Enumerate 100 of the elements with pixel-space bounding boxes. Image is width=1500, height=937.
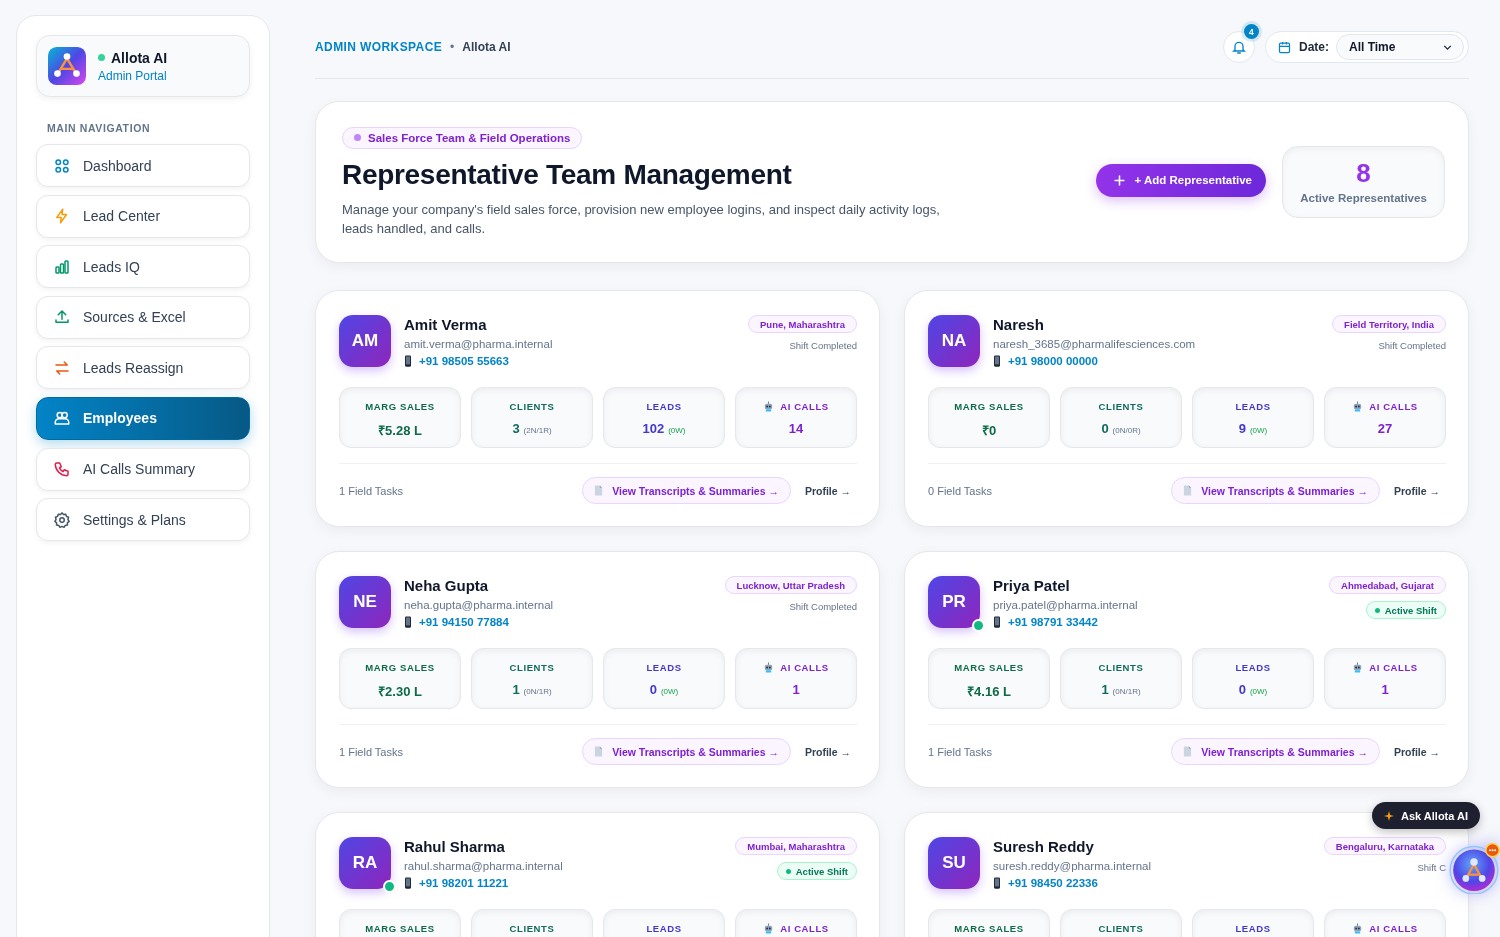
metric-value: ₹4.16 L: [967, 683, 1011, 700]
assistant-launcher[interactable]: [1448, 842, 1500, 894]
status-badge: Active Shift: [776, 862, 857, 880]
metric-value: 102: [642, 421, 665, 436]
metric-label: AI CALLS: [1369, 401, 1418, 412]
calendar-icon: [1277, 39, 1292, 55]
phone-link[interactable]: +91 98000 00000: [1008, 355, 1098, 367]
profile-link[interactable]: Profile →: [1393, 484, 1446, 497]
employee-name: Suresh Reddy: [993, 838, 1095, 855]
employee-email: rahul.sharma@pharma.internal: [404, 860, 564, 872]
employee-name: Priya Patel: [993, 577, 1071, 594]
employee-email: suresh.reddy@pharma.internal: [993, 860, 1153, 872]
robot-icon: [763, 923, 775, 934]
avatar: AM: [339, 315, 391, 367]
phone-link[interactable]: +91 98201 11221: [419, 877, 509, 889]
robot-icon: [1352, 401, 1364, 412]
metric-label: CLIENTS: [1098, 662, 1144, 673]
nav-item[interactable]: Settings & Plans: [36, 498, 250, 542]
view-transcripts-button[interactable]: View Transcripts & Summaries →: [582, 738, 791, 765]
mobile-phone-icon: [404, 616, 412, 628]
date-dropdown[interactable]: All Time: [1336, 34, 1464, 60]
metric-detail: (0W): [1249, 687, 1268, 696]
location-tag: Ahmedabad, Gujarat: [1329, 576, 1446, 594]
stat-label: Active Representatives: [1300, 192, 1427, 204]
metric-value: 1: [1381, 682, 1389, 697]
metric-label: LEADS: [1235, 401, 1271, 412]
document-icon: [594, 485, 604, 496]
profile-link[interactable]: Profile →: [804, 484, 857, 497]
nav-item[interactable]: Sources & Excel: [36, 295, 250, 339]
phone-link[interactable]: +91 98791 33442: [1008, 616, 1098, 628]
notification-button[interactable]: [1223, 31, 1255, 63]
avatar: NE: [339, 576, 391, 628]
metric-label: AI CALLS: [1369, 923, 1418, 934]
employee-name: Neha Gupta: [404, 577, 490, 594]
status-text: Shift Completed: [789, 340, 857, 351]
metric-label: CLIENTS: [509, 923, 555, 934]
view-transcripts-button[interactable]: View Transcripts & Summaries →: [1171, 477, 1380, 504]
metric-label: LEADS: [646, 923, 682, 934]
profile-link[interactable]: Profile →: [804, 745, 857, 758]
date-label: Date:: [1299, 40, 1329, 54]
metric-value: ₹0: [981, 422, 997, 439]
settings-icon: [53, 510, 71, 529]
nav-item[interactable]: Employees: [36, 396, 250, 440]
phone-link[interactable]: +91 98505 55663: [419, 355, 509, 367]
metric-detail: (0W): [1249, 426, 1268, 435]
metric-label: AI CALLS: [1369, 662, 1418, 673]
bell-icon: [1231, 39, 1247, 55]
nav-item[interactable]: Leads IQ: [36, 245, 250, 289]
metric-value: ₹5.28 L: [378, 422, 422, 439]
nav-item[interactable]: Leads Reassign: [36, 346, 250, 390]
metric-detail: (0W): [660, 687, 679, 696]
field-tasks-count: 1 Field Tasks: [928, 745, 992, 758]
notification-count: 4: [1244, 24, 1259, 39]
view-transcripts-button[interactable]: View Transcripts & Summaries →: [582, 477, 791, 504]
metric-label: MARG SALES: [365, 401, 435, 412]
field-tasks-count: 1 Field Tasks: [339, 484, 403, 497]
metric-value: 14: [788, 421, 804, 436]
metric-value: 0: [649, 682, 657, 697]
metric-detail: (0N/1R): [1112, 687, 1141, 696]
location-tag: Lucknow, Uttar Pradesh: [724, 576, 857, 594]
location-tag: Mumbai, Maharashtra: [735, 837, 857, 855]
document-icon: [1183, 485, 1193, 496]
profile-link[interactable]: Profile →: [1393, 745, 1446, 758]
bar-chart-icon: [53, 257, 71, 276]
add-representative-button[interactable]: + Add Representative: [1095, 163, 1266, 197]
status-badge: Active Shift: [1365, 601, 1446, 619]
metric-label: MARG SALES: [954, 401, 1024, 412]
nav-item[interactable]: Dashboard: [36, 144, 250, 187]
nav-item[interactable]: Lead Center: [36, 194, 250, 238]
metric-label: CLIENTS: [509, 662, 555, 673]
avatar: SU: [928, 837, 980, 889]
grid-icon: [53, 156, 71, 175]
metric-label: AI CALLS: [780, 662, 829, 673]
users-icon: [53, 409, 71, 428]
metric-detail: (0N/0R): [1112, 426, 1141, 435]
phone-link[interactable]: +91 98450 22336: [1008, 877, 1098, 889]
metric-value: 1: [512, 682, 520, 697]
mobile-phone-icon: [993, 877, 1001, 889]
robot-icon: [1352, 923, 1364, 934]
ask-ai-button[interactable]: Ask Allota AI: [1372, 802, 1481, 829]
employee-name: Rahul Sharma: [404, 838, 506, 855]
metric-value: ₹2.30 L: [378, 683, 422, 700]
employee-email: amit.verma@pharma.internal: [404, 338, 554, 350]
location-tag: Pune, Maharashtra: [748, 315, 857, 333]
metric-value: 1: [792, 682, 800, 697]
nav-item[interactable]: AI Calls Summary: [36, 447, 250, 491]
metric-label: LEADS: [646, 662, 682, 673]
metric-value: 0: [1238, 682, 1246, 697]
view-transcripts-button[interactable]: View Transcripts & Summaries →: [1171, 738, 1380, 765]
metric-label: AI CALLS: [780, 401, 829, 412]
location-tag: Field Territory, India: [1332, 315, 1446, 333]
phone-link[interactable]: +91 94150 77884: [419, 616, 509, 628]
robot-icon: [763, 401, 775, 412]
avatar: NA: [928, 315, 980, 367]
metric-label: MARG SALES: [365, 662, 435, 673]
metric-value: 27: [1377, 421, 1393, 436]
mobile-phone-icon: [404, 355, 412, 367]
metric-detail: (2N/1R): [523, 426, 552, 435]
breadcrumb-link[interactable]: ADMIN WORKSPACE: [315, 40, 443, 54]
metric-label: MARG SALES: [954, 923, 1024, 934]
